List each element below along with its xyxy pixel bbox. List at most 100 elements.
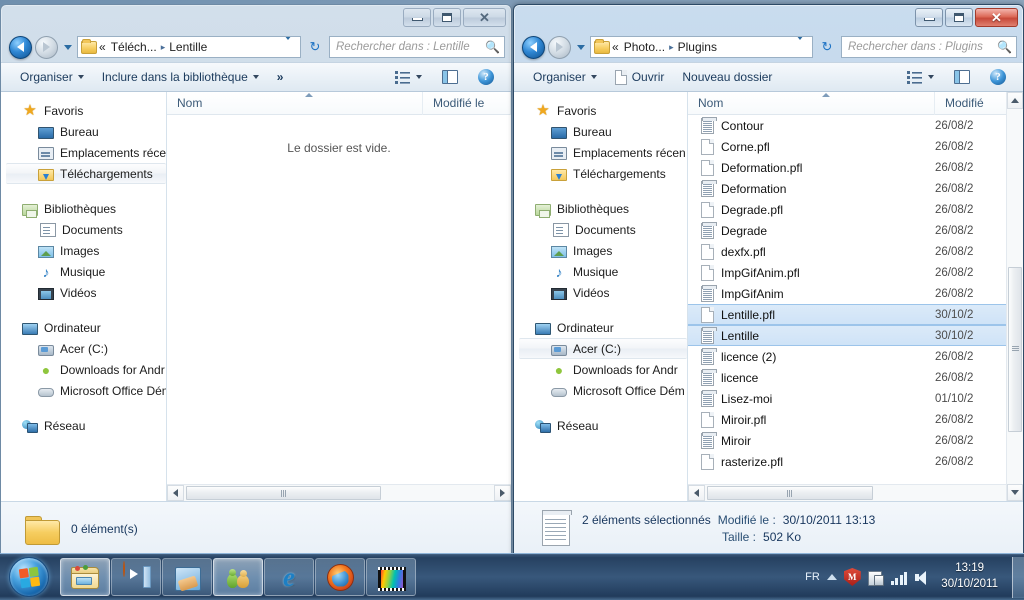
table-row[interactable]: dexfx.pfl 26/08/2 xyxy=(688,241,1023,262)
sidebar-item-downloadsforandr[interactable]: ● Downloads for Andr xyxy=(515,359,687,380)
help-button[interactable]: ? xyxy=(981,66,1015,88)
search-box[interactable]: Rechercher dans : Lentille 🔍 xyxy=(329,36,505,58)
table-row[interactable]: Lentille 30/10/2 xyxy=(688,325,1023,346)
sidebar-item-rseau[interactable]: Réseau xyxy=(515,415,687,436)
sidebar-item-documents[interactable]: Documents xyxy=(515,219,687,240)
table-row[interactable]: Miroir 26/08/2 xyxy=(688,430,1023,451)
sidebar-item-documents[interactable]: Documents xyxy=(2,219,166,240)
sidebar-item-microsoftofficedm[interactable]: Microsoft Office Dém xyxy=(515,380,687,401)
back-button[interactable] xyxy=(9,35,32,59)
titlebar[interactable]: ✕ xyxy=(514,5,1023,32)
network-signal-icon[interactable] xyxy=(890,570,908,585)
search-box[interactable]: Rechercher dans : Plugins 🔍 xyxy=(841,36,1017,58)
table-row[interactable]: Deformation.pfl 26/08/2 xyxy=(688,157,1023,178)
breadcrumb-current[interactable]: Lentille xyxy=(169,40,207,54)
file-list-pane[interactable]: Nom Modifié le Le dossier est vide. xyxy=(167,91,511,501)
recent-pages-button[interactable] xyxy=(61,44,74,50)
sidebar-item-images[interactable]: Images xyxy=(515,240,687,261)
file-rows[interactable]: Le dossier est vide. xyxy=(167,115,511,484)
titlebar[interactable]: ✕ xyxy=(1,5,511,32)
sidebar-item-tlchargements[interactable]: Téléchargements xyxy=(515,163,687,184)
table-row[interactable]: Lisez-moi 01/10/2 xyxy=(688,388,1023,409)
maximize-button[interactable] xyxy=(433,8,461,27)
explorer-window-lentille[interactable]: ✕ « Téléch... ▸ Lentille ↻ Rechercher da… xyxy=(0,4,512,556)
mcafee-shield-icon[interactable]: M xyxy=(843,568,861,586)
column-header-modified[interactable]: Modifié le xyxy=(423,91,511,115)
taskbar[interactable]: e FR M 13:19 30/10/2011 xyxy=(0,553,1024,600)
breadcrumb-overflow[interactable]: « xyxy=(99,40,106,54)
table-row[interactable]: ImpGifAnim.pfl 26/08/2 xyxy=(688,262,1023,283)
navigation-pane[interactable]: ★ Favoris Bureau Emplacements récen Téléchar… xyxy=(515,92,688,501)
help-button[interactable]: ? xyxy=(469,66,503,88)
table-row[interactable]: ImpGifAnim 26/08/2 xyxy=(688,283,1023,304)
forward-button[interactable] xyxy=(35,35,58,59)
sidebar-item-musique[interactable]: ♪ Musique xyxy=(2,261,166,282)
minimize-button[interactable] xyxy=(403,8,431,27)
sidebar-item-acerc[interactable]: Acer (C:) xyxy=(2,338,166,359)
change-view-button[interactable] xyxy=(386,66,431,88)
close-button[interactable]: ✕ xyxy=(463,8,506,27)
chevron-up-icon[interactable] xyxy=(826,574,837,580)
start-button[interactable] xyxy=(2,555,56,600)
scroll-down-button[interactable] xyxy=(1007,484,1023,501)
sidebar-item-bibliothques[interactable]: Bibliothèques xyxy=(2,198,166,219)
file-list-pane[interactable]: Nom Modifié Contour 26/08/2 Corne.pfl 26/08… xyxy=(688,91,1023,501)
table-row[interactable]: Lentille.pfl 30/10/2 xyxy=(688,304,1023,325)
volume-icon[interactable] xyxy=(914,570,930,585)
vertical-scroll-track[interactable] xyxy=(1007,109,1023,484)
horizontal-scrollbar[interactable] xyxy=(688,484,1023,501)
column-header-name[interactable]: Nom xyxy=(167,91,423,115)
breadcrumb-overflow[interactable]: « xyxy=(612,40,619,54)
refresh-button[interactable]: ↻ xyxy=(304,36,326,58)
horizontal-scrollbar[interactable] xyxy=(167,484,511,501)
scroll-right-button[interactable] xyxy=(494,485,511,501)
toolbar-overflow-button[interactable]: » xyxy=(268,66,293,88)
back-button[interactable] xyxy=(522,35,545,59)
file-rows[interactable]: Contour 26/08/2 Corne.pfl 26/08/2 Deformatio… xyxy=(688,115,1023,484)
sidebar-item-ordinateur[interactable]: Ordinateur xyxy=(515,317,687,338)
table-row[interactable]: licence (2) 26/08/2 xyxy=(688,346,1023,367)
change-view-button[interactable] xyxy=(898,66,943,88)
explorer-window-plugins[interactable]: ✕ « Photo... ▸ Plugins ↻ Rechercher dans… xyxy=(513,4,1024,556)
breadcrumb-parent[interactable]: Téléch... xyxy=(106,40,157,54)
taskbar-item-photo-filtre[interactable] xyxy=(366,558,416,596)
taskbar-item-paint-program[interactable] xyxy=(162,558,212,596)
table-row[interactable]: Deformation 26/08/2 xyxy=(688,178,1023,199)
column-header-name[interactable]: Nom xyxy=(688,91,935,115)
sidebar-item-favoris[interactable]: ★ Favoris xyxy=(515,100,687,121)
breadcrumb-parent[interactable]: Photo... xyxy=(619,40,665,54)
show-desktop-button[interactable] xyxy=(1012,556,1024,598)
horizontal-scroll-track[interactable] xyxy=(184,485,494,501)
open-button[interactable]: Ouvrir xyxy=(606,66,674,88)
address-dropdown-button[interactable] xyxy=(790,37,810,54)
horizontal-scroll-thumb[interactable] xyxy=(707,486,873,500)
new-folder-button[interactable]: Nouveau dossier xyxy=(673,66,781,88)
taskbar-item-internet-explorer[interactable]: e xyxy=(264,558,314,596)
table-row[interactable]: licence 26/08/2 xyxy=(688,367,1023,388)
sidebar-item-vidos[interactable]: Vidéos xyxy=(515,282,687,303)
clock[interactable]: 13:19 30/10/2011 xyxy=(937,561,1006,592)
sidebar-item-images[interactable]: Images xyxy=(2,240,166,261)
sidebar-item-acerc[interactable]: Acer (C:) xyxy=(519,338,687,359)
table-row[interactable]: Degrade.pfl 26/08/2 xyxy=(688,199,1023,220)
address-breadcrumb-bar[interactable]: « Téléch... ▸ Lentille xyxy=(77,36,301,58)
organize-button[interactable]: Organiser xyxy=(11,66,93,88)
sidebar-item-bureau[interactable]: Bureau xyxy=(515,121,687,142)
navigation-pane[interactable]: ★ Favoris Bureau Emplacements récen Téléchar… xyxy=(2,92,167,501)
table-row[interactable]: Degrade 26/08/2 xyxy=(688,220,1023,241)
scroll-left-button[interactable] xyxy=(688,485,705,501)
recent-pages-button[interactable] xyxy=(574,44,587,50)
close-button[interactable]: ✕ xyxy=(975,8,1018,27)
sidebar-item-bibliothques[interactable]: Bibliothèques xyxy=(515,198,687,219)
taskbar-item-firefox[interactable] xyxy=(315,558,365,596)
sidebar-item-bureau[interactable]: Bureau xyxy=(2,121,166,142)
breadcrumb-current[interactable]: Plugins xyxy=(678,40,717,54)
vertical-scrollbar[interactable] xyxy=(1006,92,1023,501)
sidebar-item-downloadsforandr[interactable]: ● Downloads for Andr xyxy=(2,359,166,380)
preview-pane-button[interactable] xyxy=(945,66,979,88)
table-row[interactable]: Contour 26/08/2 xyxy=(688,115,1023,136)
sidebar-item-microsoftofficedm[interactable]: Microsoft Office Dém xyxy=(2,380,166,401)
refresh-button[interactable]: ↻ xyxy=(816,36,838,58)
taskbar-item-windows-live-messenger[interactable] xyxy=(213,558,263,596)
sidebar-item-emplacementsrcen[interactable]: Emplacements récen xyxy=(515,142,687,163)
